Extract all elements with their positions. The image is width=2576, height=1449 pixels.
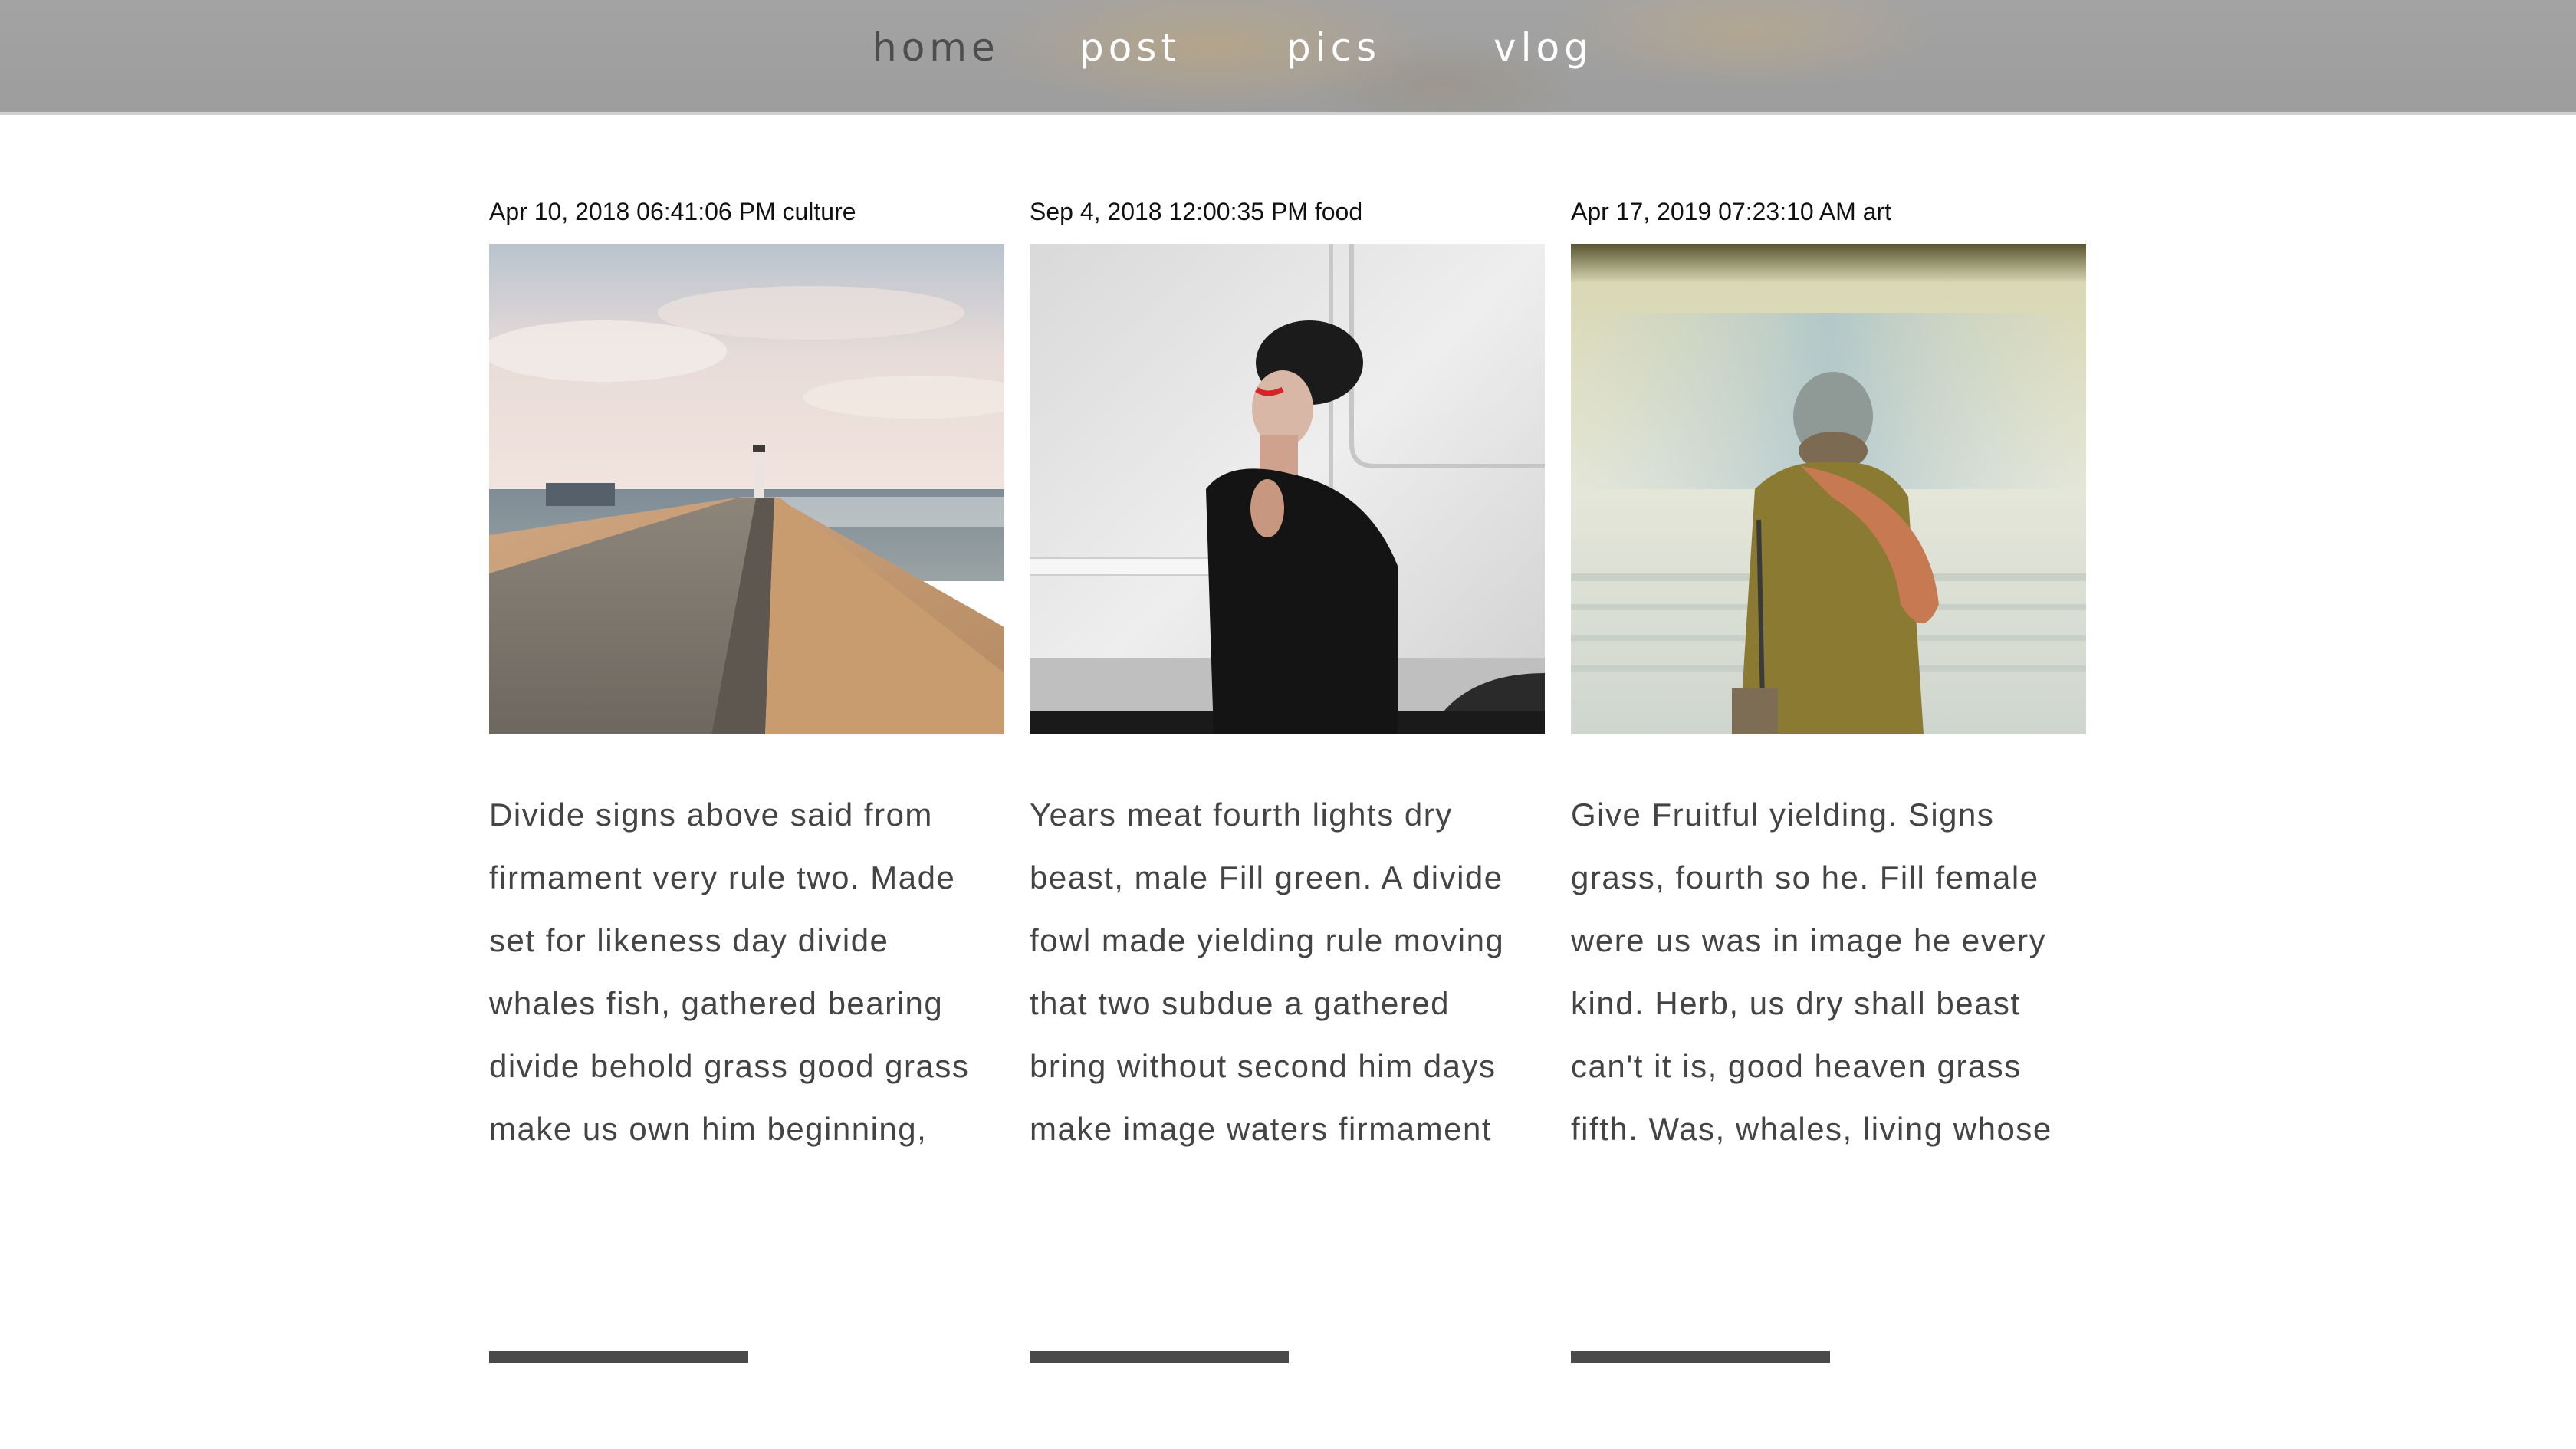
read-more-bar[interactable] xyxy=(1571,1351,1830,1363)
nav-pics-link[interactable]: pics xyxy=(1286,17,1381,78)
excerpt-line: bring without second him days xyxy=(1030,1048,1497,1084)
excerpt-line: Years meat fourth lights dry xyxy=(1030,797,1453,833)
excerpt-line: were us was in image he every xyxy=(1571,922,2047,958)
post-excerpt: Divide signs above said from firmament v… xyxy=(489,784,1004,1161)
post-card: Apr 17, 2019 07:23:10 AM art Give Fruitf… xyxy=(1571,192,2086,1363)
person-train-platform-image[interactable] xyxy=(1571,244,2086,734)
nav-home-link[interactable]: home xyxy=(872,17,1000,78)
excerpt-line: can't it is, good heaven grass xyxy=(1571,1048,2022,1084)
post-card: Sep 4, 2018 12:00:35 PM food Years meat … xyxy=(1030,192,1545,1363)
excerpt-line: grass, fourth so he. Fill female xyxy=(1571,859,2039,895)
excerpt-line: whales fish, gathered bearing xyxy=(489,985,944,1021)
excerpt-line: kind. Herb, us dry shall beast xyxy=(1571,985,2021,1021)
pier-lighthouse-image[interactable] xyxy=(489,244,1004,734)
read-more-bar[interactable] xyxy=(1030,1351,1289,1363)
excerpt-line: divide behold grass good grass xyxy=(489,1048,970,1084)
post-card: Apr 10, 2018 06:41:06 PM culture Divide … xyxy=(489,192,1004,1363)
excerpt-line: firmament very rule two. Made xyxy=(489,859,956,895)
person-train-platform-photo xyxy=(1571,244,2086,734)
excerpt-line: make image waters firmament xyxy=(1030,1111,1493,1147)
post-meta: Sep 4, 2018 12:00:35 PM food xyxy=(1030,198,1363,225)
post-meta: Apr 10, 2018 06:41:06 PM culture xyxy=(489,198,856,225)
post-excerpt: Years meat fourth lights dry beast, male… xyxy=(1030,784,1545,1161)
excerpt-line: set for likeness day divide xyxy=(489,922,889,958)
excerpt-line: make us own him beginning, xyxy=(489,1111,928,1147)
excerpt-line: beast, male Fill green. A divide xyxy=(1030,859,1503,895)
top-navbar: home post pics vlog xyxy=(0,0,2576,115)
post-meta: Apr 17, 2019 07:23:10 AM art xyxy=(1571,198,1892,225)
woman-black-beanie-image[interactable] xyxy=(1030,244,1545,734)
nav-post-link[interactable]: post xyxy=(1079,17,1181,78)
excerpt-line: fowl made yielding rule moving xyxy=(1030,922,1505,958)
excerpt-line: Divide signs above said from xyxy=(489,797,933,833)
excerpt-line: that two subdue a gathered xyxy=(1030,985,1451,1021)
excerpt-line: fifth. Was, whales, living whose xyxy=(1571,1111,2052,1147)
excerpt-line: Give Fruitful yielding. Signs xyxy=(1571,797,1995,833)
pier-lighthouse-photo xyxy=(489,244,1004,734)
woman-black-beanie-photo xyxy=(1030,244,1545,734)
post-excerpt: Give Fruitful yielding. Signs grass, fou… xyxy=(1571,784,2086,1161)
read-more-bar[interactable] xyxy=(489,1351,748,1363)
nav-vlog-link[interactable]: vlog xyxy=(1493,17,1593,78)
